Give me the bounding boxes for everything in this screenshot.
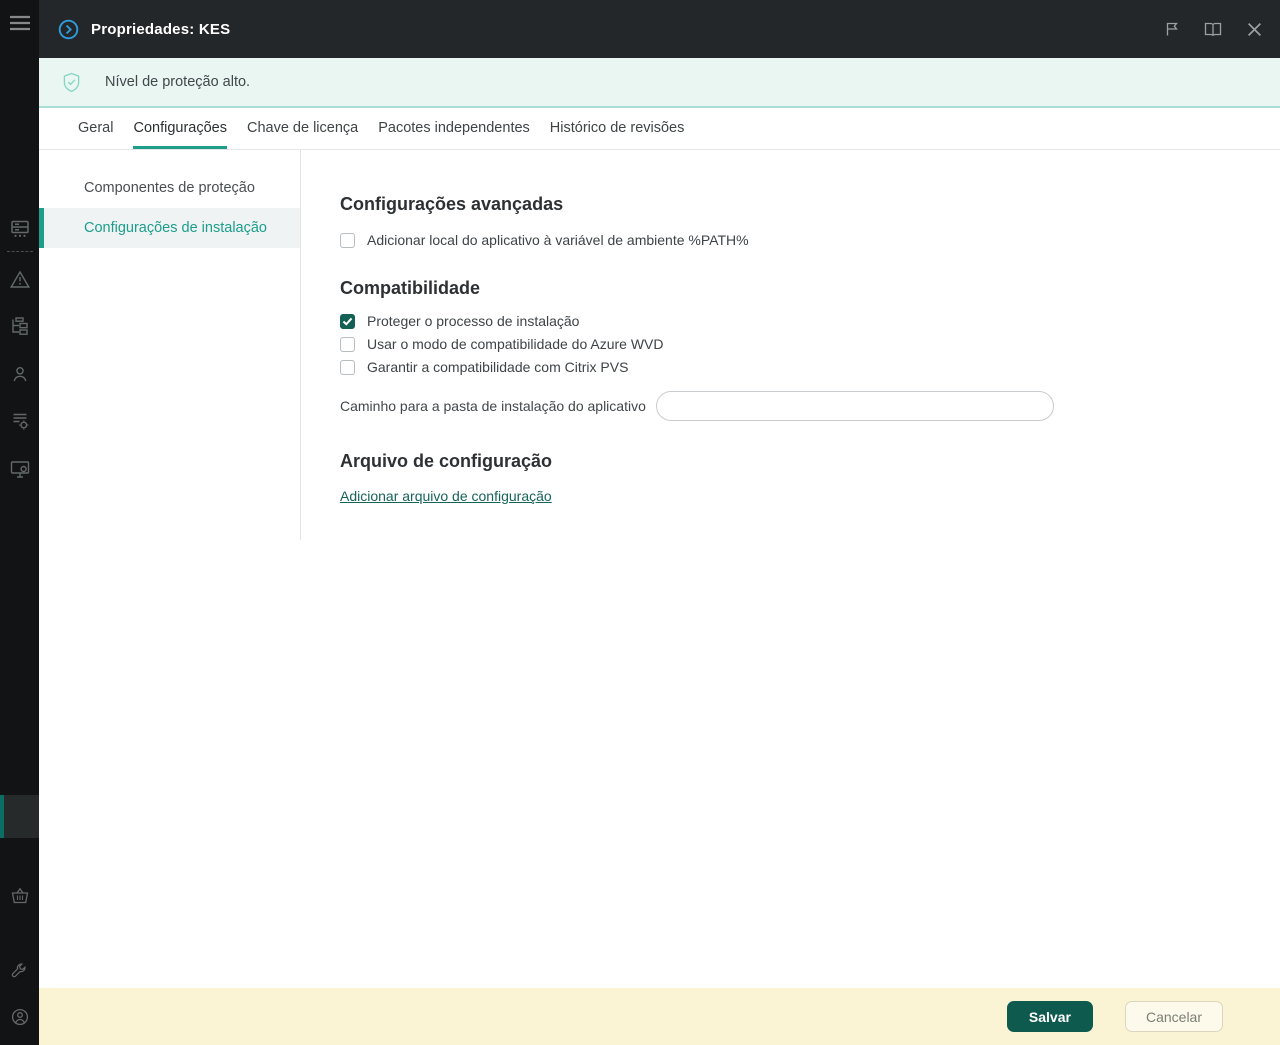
close-icon[interactable] [1247,22,1262,37]
help-book-icon[interactable] [1204,22,1223,37]
users-icon[interactable] [0,365,39,383]
alerts-icon[interactable] [0,270,39,289]
subnav-item-configuracoes-de-instalacao[interactable]: Configurações de instalação [39,208,300,248]
checkbox-label: Usar o modo de compatibilidade do Azure … [367,336,663,352]
tab-chave-de-licenca[interactable]: Chave de licença [247,108,358,149]
tasks-icon[interactable] [0,460,39,479]
cancel-button[interactable]: Cancelar [1125,1001,1223,1032]
console-settings-icon[interactable] [0,962,39,979]
subnav-item-componentes-de-protecao[interactable]: Componentes de proteção [39,168,300,208]
main-column: Propriedades: KES Ní [39,0,1280,1045]
header-left: Propriedades: KES [39,19,1164,40]
section-title-compatibility: Compatibilidade [340,277,1280,299]
account-icon[interactable] [0,1008,39,1026]
checkbox-row-path-env: Adicionar local do aplicativo à variável… [340,232,1280,248]
window-title: Propriedades: KES [91,21,230,38]
footer-bar: Salvar Cancelar [39,988,1280,1045]
install-path-input[interactable] [656,391,1054,421]
settings-subnav: Componentes de proteção Configurações de… [39,150,300,988]
settings-panel: Configurações avançadas Adicionar local … [300,150,1280,988]
checkbox-label: Garantir a compatibilidade com Citrix PV… [367,359,628,375]
devices-icon[interactable] [0,219,39,238]
checkbox-row-azure-wvd: Usar o modo de compatibilidade do Azure … [340,336,1280,352]
compatibility-checkbox-group: Proteger o processo de instalação Usar o… [340,313,1280,375]
sidebar-divider [7,251,33,252]
install-path-label: Caminho para a pasta de instalação do ap… [340,398,646,414]
protection-banner-text: Nível de proteção alto. [105,74,250,90]
tab-historico-de-revisoes[interactable]: Histórico de revisões [550,108,685,149]
install-path-field-row: Caminho para a pasta de instalação do ap… [340,391,1280,421]
save-button[interactable]: Salvar [1007,1001,1093,1032]
checkbox-label: Adicionar local do aplicativo à variável… [367,232,749,248]
checkbox-protect-install[interactable] [340,314,355,329]
tab-bar: Geral Configurações Chave de licença Pac… [39,108,1280,150]
window-header: Propriedades: KES [39,0,1280,58]
protection-banner: Nível de proteção alto. [39,58,1280,108]
checkbox-azure-wvd[interactable] [340,337,355,352]
section-title-config-file: Arquivo de configuração [340,450,1280,472]
content-area: Componentes de proteção Configurações de… [39,150,1280,988]
checkbox-row-citrix-pvs: Garantir a compatibilidade com Citrix PV… [340,359,1280,375]
hierarchy-icon[interactable] [0,317,39,336]
policies-icon[interactable] [0,412,39,430]
shield-check-icon [62,72,81,93]
section-title-advanced: Configurações avançadas [340,193,1280,215]
circle-chevron-icon [58,19,79,40]
tab-geral[interactable]: Geral [78,108,113,149]
tab-pacotes-independentes[interactable]: Pacotes independentes [378,108,530,149]
checkbox-row-protect-install: Proteger o processo de instalação [340,313,1280,329]
marketplace-icon[interactable] [0,887,39,904]
sidebar-item-selected[interactable] [0,795,39,838]
header-actions [1164,21,1280,37]
app-sidebar [0,0,39,1045]
checkbox-citrix-pvs[interactable] [340,360,355,375]
subnav-divider [300,150,301,540]
add-config-file-link[interactable]: Adicionar arquivo de configuração [340,488,552,504]
flag-icon[interactable] [1164,21,1180,37]
checkbox-label: Proteger o processo de instalação [367,313,579,329]
tab-configuracoes[interactable]: Configurações [133,108,227,149]
checkbox-path-env[interactable] [340,233,355,248]
menu-icon[interactable] [0,14,39,32]
